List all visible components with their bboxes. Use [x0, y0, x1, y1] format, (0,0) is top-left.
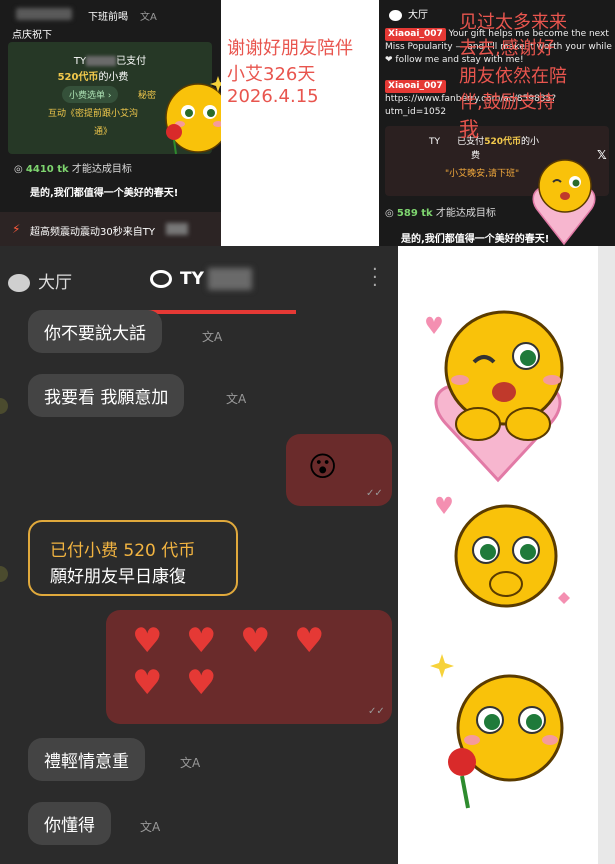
private-chat-panel: 大厅 TY · · · 你不要說大話 文A 我要看 我願意加 文A 😮 ✓✓ 已付小…	[0, 246, 398, 864]
private-chat-icon	[150, 270, 172, 288]
tip-wish-line: 願好朋友早日康復	[50, 567, 186, 587]
tip-amount: 520代币的小费	[8, 68, 178, 83]
heart-icon: ♥	[132, 663, 163, 703]
heart-icon: ♥	[186, 621, 217, 661]
caption-panel: 谢谢好朋友陪伴 小艾326天 2026.4.15	[221, 0, 379, 246]
chat-message: 你懂得	[28, 802, 111, 845]
heart-icon: ♥	[186, 663, 217, 703]
tip-menu-pill[interactable]: 小费选单 ›	[62, 86, 119, 103]
tipper-name: TY	[429, 137, 440, 147]
chat-bubble-icon	[389, 9, 402, 21]
caption-line-2: 小艾326天	[227, 64, 316, 85]
tip-line-2: 费	[471, 151, 481, 161]
goal-amount: 4410 tk	[25, 164, 69, 175]
username-badge[interactable]: Xiaoai_007	[385, 28, 446, 41]
blurred-username	[16, 8, 72, 20]
goal-text: 才能达成目标	[432, 208, 496, 219]
blurred-username	[207, 268, 252, 290]
tip-message: "小艾晚安,请下班"	[445, 169, 520, 179]
goal-icon: ◎	[385, 208, 397, 219]
username-badge[interactable]: Xiaoai_007	[385, 80, 446, 93]
blurred-username	[166, 223, 188, 235]
heart-icon: ♥	[132, 621, 163, 661]
translate-icon[interactable]: 文A	[140, 8, 157, 23]
rose-sticker	[430, 654, 564, 809]
read-check-icon: ✓✓	[366, 488, 383, 499]
tipper-name: TY	[73, 56, 87, 67]
tip-amount-line: 已付小费 520 代币	[50, 541, 196, 561]
goal-line: ◎ 4410 tk 才能达成目标	[14, 160, 132, 175]
stream-chat-panel-right: 大厅 Xiaoai_007 Your gift helps me become …	[379, 0, 615, 246]
hall-tab[interactable]: 大厅	[389, 6, 428, 21]
more-options-icon[interactable]: · · ·	[372, 261, 378, 295]
overlay-caption-2: 去去,感谢好	[459, 38, 555, 59]
caption-line-1: 谢谢好朋友陪伴	[227, 38, 353, 59]
interaction-text-end: 通》	[94, 127, 113, 137]
tip-line: TY 已支付520代币的小	[429, 134, 539, 147]
goal-line: ◎ 589 tk 才能达成目标	[385, 204, 496, 219]
overlay-caption-3: 朋友依然在陪	[459, 66, 567, 87]
stream-chat-panel-left: 下班前喝 文A 点庆祝下 TY 已支付 520代币的小费 小费选单 › 秘密 互动…	[0, 0, 221, 246]
tip-amount-value: 520代币	[57, 72, 99, 83]
goal-text: 才能达成目标	[68, 164, 132, 175]
chat-message: 禮輕情意重	[28, 738, 145, 781]
overlay-caption-4: 伴,鼓励支持	[459, 92, 555, 113]
tab-private-user[interactable]: TY	[150, 268, 252, 290]
goal-quote: 是的,我们都值得一个美好的春天!	[30, 188, 179, 199]
tip-paid-label: 已支付	[116, 56, 147, 67]
tip-suffix: 的小费	[98, 72, 129, 83]
caption-line-3: 2026.4.15	[227, 86, 319, 107]
goal-quote: 是的,我们都值得一个美好的春天!	[401, 234, 550, 245]
read-check-icon: ✓✓	[368, 706, 385, 717]
my-message-emoji: 😮 ✓✓	[286, 434, 392, 506]
tab-user-label: TY	[180, 269, 204, 289]
vibration-bar: ⚡ 超高频震动震动30秒来自TY	[0, 212, 221, 246]
overlay-caption-1: 见过太多来来	[459, 12, 567, 33]
crying-sticker	[436, 496, 570, 608]
rose-sticker	[165, 76, 221, 155]
interaction-text: 互动《密提前跟小艾沟	[48, 109, 139, 119]
vibration-text: 超高频震动震动30秒来自TY	[30, 227, 155, 238]
overlay-caption-5: 我	[459, 117, 479, 141]
chat-bubble-icon	[8, 274, 30, 292]
chat-header: 下班前喝 文A	[0, 6, 221, 23]
header-message: 下班前喝	[88, 12, 128, 23]
my-message-hearts: ♥ ♥ ♥ ♥ ♥ ♥ ✓✓	[106, 610, 392, 724]
secret-label: 秘密	[138, 91, 157, 101]
blurred-username	[86, 56, 117, 66]
tip-message-card: 已付小费 520 代币 願好朋友早日康復	[28, 520, 238, 596]
goal-icon: ◎	[14, 164, 26, 175]
sticker-panel	[398, 246, 615, 864]
tip-line: TY 已支付	[8, 52, 212, 67]
goal-amount: 589 tk	[396, 208, 433, 219]
tip-amount: 520代币	[484, 137, 521, 147]
chat-message: 我要看 我願意加	[28, 374, 185, 417]
bolt-icon: ⚡	[12, 222, 21, 236]
header-message-continued: 点庆祝下	[12, 30, 52, 41]
panel-shadow	[598, 246, 615, 864]
tip-suffix: 的小	[520, 137, 539, 147]
translate-icon[interactable]: 文A	[226, 390, 246, 407]
avatar-edge	[0, 566, 8, 582]
translate-icon[interactable]: 文A	[202, 328, 222, 345]
chat-tabs: 大厅 TY · · ·	[0, 246, 398, 314]
heart-icon: ♥	[294, 621, 325, 661]
surprised-emoji: 😮	[308, 450, 338, 483]
avatar-edge	[0, 398, 8, 414]
tab-hall-label: 大厅	[38, 273, 72, 293]
tab-hall[interactable]: 大厅	[8, 268, 72, 293]
screenshot-collage: 下班前喝 文A 点庆祝下 TY 已支付 520代币的小费 小费选单 › 秘密 互动…	[0, 0, 615, 864]
heart-icon: ♥	[240, 621, 271, 661]
translate-icon[interactable]: 文A	[180, 754, 200, 771]
chat-message: 你不要說大話	[28, 310, 162, 353]
hall-label: 大厅	[408, 10, 428, 21]
heart-hug-sticker	[426, 310, 564, 483]
translate-icon[interactable]: 文A	[140, 818, 160, 835]
